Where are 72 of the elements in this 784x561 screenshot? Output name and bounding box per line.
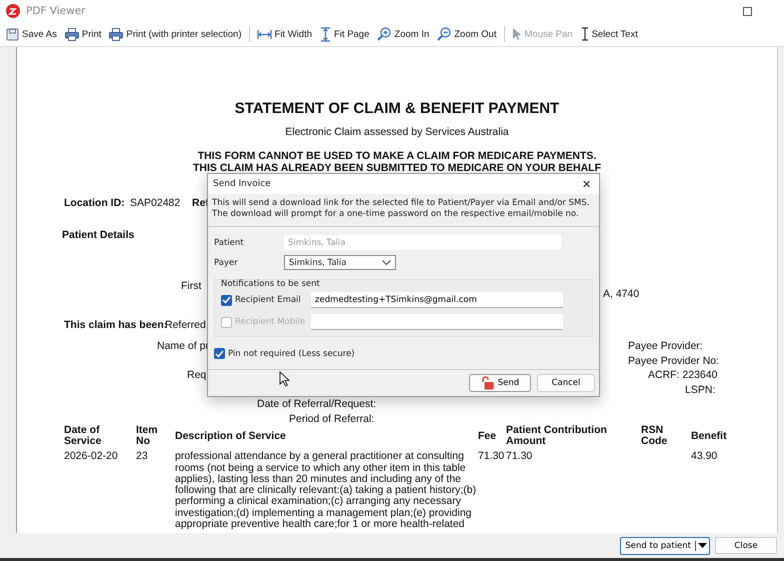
chevron-icon: [382, 260, 391, 266]
warning-text: THIS FORM CANNOT BE USED TO MAKE A CLAIM FOR MEDICARE PAYMENTS.: [196, 150, 598, 162]
checkbox[interactable]: Pin not required (Less secure): [214, 348, 355, 360]
printer-icon: [64, 28, 79, 40]
toolbar-button[interactable]: Zoom Out: [433, 27, 500, 41]
field-label: Patient Details: [62, 229, 134, 241]
dialog-message: This will send a download link for the selected file to Patient/Payer via Email and/or SMS. The download will prompt for a one-time password on the respective email/mobile no.: [208, 194, 599, 228]
table-cell-text: 71.30: [506, 451, 534, 463]
field-value: SAP02482: [130, 197, 180, 209]
unlocked-padlock-icon: [480, 376, 494, 390]
field-label: Patient: [214, 238, 245, 248]
document-title: STATEMENT OF CLAIM & BENEFIT PAYMENT: [234, 100, 560, 117]
field-value: Date of Referral/Request:: [257, 398, 376, 410]
column-header: Benefit: [691, 430, 728, 442]
toolbar-button[interactable]: Print: [60, 28, 106, 40]
close-button[interactable]: ✕: [574, 178, 599, 190]
warning-text: THIS CLAIM HAS ALREADY BEEN SUBMITTED TO MEDICARE ON YOUR BEHALF: [192, 162, 602, 174]
toolbar-button[interactable]: Save As: [2, 28, 61, 40]
column-header: Description of Service: [175, 430, 287, 442]
column-header: Date of Service: [64, 425, 102, 448]
payer-dropdown[interactable]: Simkins, Talia: [284, 255, 396, 270]
fit-width-icon: [256, 28, 272, 40]
field-value: ACRF: 223640: [648, 369, 718, 381]
field-label: Location ID:: [64, 197, 125, 209]
text-field[interactable]: [311, 314, 563, 330]
column-header: Patient Contribution Amount: [506, 425, 608, 448]
logo-icon: [6, 4, 20, 18]
field-label: Payer: [214, 258, 239, 268]
toolbar-button[interactable]: Select Text: [576, 27, 642, 41]
field-value: Period of Referral:: [289, 413, 374, 425]
table-cell-text: professional attendance by a general practitioner at consulting rooms (not being a service to which any other item in this table applies), lasting less than 20 minutes and including any of the following that are clinically relevant:(a) taking a patient history;(b) performing a clinical examination;(c) arranging any necessary investigation;(d) implementing a management plan;(e) providing appropriate preventive health care;for 1 or more health-related: [175, 451, 478, 530]
checkbox[interactable]: Recipient Email: [221, 294, 311, 306]
cancel-button[interactable]: Cancel: [537, 374, 595, 392]
send-to-patient-split-button[interactable]: Send to patient: [620, 536, 710, 554]
mouse-cursor-icon: [279, 371, 290, 388]
printer-icon: [109, 28, 124, 40]
document-subtitle: Electronic Claim assessed by Services Australia: [284, 126, 510, 138]
send-button[interactable]: Send: [469, 374, 531, 392]
fit-page-icon: [320, 26, 331, 42]
close-button[interactable]: Close: [715, 537, 777, 554]
floppy-icon: [6, 28, 19, 40]
table-cell-text: 23: [136, 451, 149, 463]
text-field[interactable]: zedmedtesting+TSimkins@gmail.com: [311, 292, 563, 308]
field-value: LSPN:: [685, 384, 716, 396]
text-cursor-icon: [580, 27, 589, 41]
zoom-in-icon: [377, 27, 392, 41]
field-label: This claim has been:: [64, 319, 168, 331]
table-cell-text: 2026-02-20: [64, 451, 119, 463]
toolbar-button[interactable]: Print (with printer selection): [105, 28, 246, 40]
toolbar-button[interactable]: Fit Width: [252, 28, 316, 40]
check-icon: [222, 296, 231, 304]
maximize-icon[interactable]: [743, 6, 752, 16]
table-cell-text: 43.90: [691, 451, 718, 463]
table-cell-text: 71.30: [478, 451, 506, 463]
field-value: Req: [187, 369, 206, 381]
field-value: A, 4740: [603, 288, 640, 300]
window-title: PDF Viewer: [26, 5, 86, 17]
pointer-icon: [512, 27, 522, 41]
field-value: First: [181, 280, 202, 292]
column-header: Fee: [478, 430, 498, 442]
column-header: Item No: [136, 425, 159, 448]
check-icon: [215, 350, 224, 358]
toolbar-button[interactable]: Fit Page: [316, 26, 374, 42]
toolbar-button[interactable]: Zoom In: [373, 27, 434, 41]
field-value: Payee Provider:: [628, 340, 703, 352]
dialog-title: Send Invoice: [213, 179, 271, 189]
column-header: RSN Code: [641, 425, 668, 448]
zoom-out-icon: [437, 27, 452, 41]
field-value: Referred: [165, 319, 206, 331]
field-value: Payee Provider No:: [628, 355, 720, 367]
group-title: Notifications to be sent: [221, 279, 320, 290]
dropdown-arrow-icon: [698, 542, 707, 548]
